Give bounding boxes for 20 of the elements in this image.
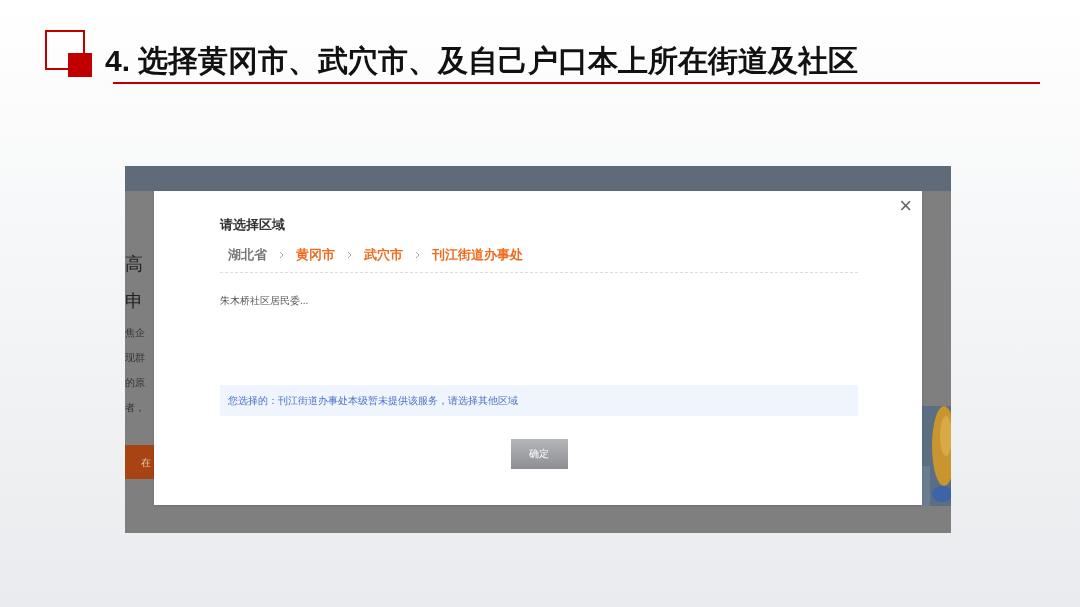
area-option[interactable]: 朱木桥社区居民委...	[220, 292, 309, 308]
background-text: 现群	[125, 351, 146, 365]
chevron-icon	[347, 251, 352, 259]
breadcrumb-item[interactable]: 湖北省	[228, 245, 267, 265]
close-button[interactable]: ×	[899, 195, 912, 217]
square-logo-icon	[45, 30, 93, 78]
background-text: 高	[125, 253, 144, 276]
breadcrumb-item[interactable]: 武穴市	[364, 245, 403, 265]
background-text: 申	[125, 290, 144, 313]
background-text: 者，	[125, 401, 146, 415]
breadcrumb-item[interactable]: 黄冈市	[296, 245, 335, 265]
dialog-title: 请选择区域	[220, 216, 286, 234]
breadcrumb-item[interactable]: 刊江街道办事处	[432, 245, 523, 265]
slide-title: 4. 选择黄冈市、武穴市、及自己户口本上所在街道及社区	[105, 43, 859, 79]
chevron-icon	[415, 251, 420, 259]
confirm-button[interactable]: 确定	[510, 438, 568, 469]
background-text: 焦企	[125, 326, 146, 340]
background-text: 的原	[125, 376, 146, 390]
notice-banner: 您选择的：刊江街道办事处本级暂未提供该服务，请选择其他区域	[220, 384, 858, 416]
chevron-icon	[279, 251, 284, 259]
